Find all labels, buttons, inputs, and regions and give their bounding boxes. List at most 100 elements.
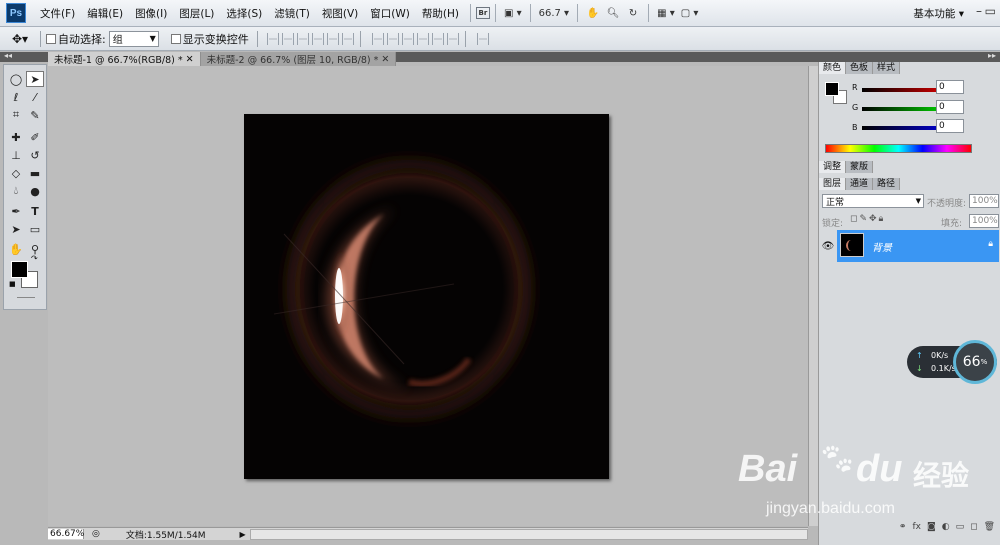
- mask-icon[interactable]: ◙: [927, 522, 936, 536]
- blur-tool-icon[interactable]: 💧︎: [7, 183, 25, 199]
- brush-tool-icon[interactable]: ✐: [26, 129, 44, 145]
- menu-window[interactable]: 窗口(W): [364, 6, 416, 21]
- align-hcenter-icon[interactable]: [326, 32, 339, 45]
- fill-value[interactable]: 100%: [969, 214, 999, 228]
- network-speed-widget[interactable]: ↑ 0K/s ↓ 0.1K/s 66%: [907, 340, 997, 384]
- chevron-down-icon: ▼: [915, 197, 921, 205]
- align-vcenter-icon[interactable]: [281, 32, 294, 45]
- hand-tool-icon[interactable]: ✋: [7, 241, 25, 257]
- zoom-tool-icon[interactable]: 🔍︎: [603, 4, 623, 23]
- distribute-top-icon[interactable]: [371, 32, 384, 45]
- folder-icon[interactable]: ▭: [956, 522, 965, 536]
- pen-tool-icon[interactable]: ✒: [7, 203, 25, 219]
- show-transform-checkbox[interactable]: [170, 33, 181, 44]
- menu-layer[interactable]: 图层(L): [173, 6, 220, 21]
- type-tool-icon[interactable]: T: [26, 203, 44, 219]
- restore-icon[interactable]: ▭: [985, 4, 996, 18]
- history-brush-icon[interactable]: ↺: [26, 147, 44, 163]
- distribute-vcenter-icon[interactable]: [386, 32, 399, 45]
- r-value[interactable]: 0: [936, 80, 964, 94]
- rotate-view-icon[interactable]: ↻: [623, 4, 643, 23]
- link-icon[interactable]: ⚭: [899, 522, 907, 536]
- close-icon[interactable]: ✕: [186, 54, 194, 65]
- opacity-value[interactable]: 100%: [969, 194, 999, 208]
- foreground-color-swatch[interactable]: [11, 261, 28, 278]
- auto-select-dropdown[interactable]: 组 ▼: [108, 30, 159, 47]
- clone-stamp-icon[interactable]: ⊥: [7, 147, 25, 163]
- hand-tool-icon[interactable]: ✋: [583, 4, 603, 23]
- align-left-icon[interactable]: [311, 32, 324, 45]
- tab-document-2[interactable]: 未标题-2 @ 66.7% (图层 10, RGB/8) * ✕: [200, 52, 397, 66]
- shape-tool-icon[interactable]: ▭: [26, 221, 44, 237]
- tab-masks[interactable]: 蒙版: [846, 161, 874, 173]
- eyedropper-icon[interactable]: ✎: [26, 107, 44, 123]
- document-canvas[interactable]: [244, 114, 609, 479]
- align-right-icon[interactable]: [341, 32, 354, 45]
- tab-paths[interactable]: 路径: [873, 178, 901, 190]
- move-tool-preset-icon[interactable]: ✥▾: [0, 32, 40, 46]
- distribute-left-icon[interactable]: [416, 32, 429, 45]
- screen-mode-button[interactable]: ▢ ▾: [678, 4, 702, 23]
- arrange-documents-button[interactable]: ▦ ▾: [654, 4, 678, 23]
- align-bottom-icon[interactable]: [296, 32, 309, 45]
- menu-filter[interactable]: 滤镜(T): [268, 6, 316, 21]
- tab-document-1[interactable]: 未标题-1 @ 66.7%(RGB/8) * ✕: [48, 52, 201, 66]
- blend-mode-dropdown[interactable]: 正常 ▼: [822, 194, 924, 208]
- b-value[interactable]: 0: [936, 119, 964, 133]
- marquee-tool-icon[interactable]: ◯: [7, 71, 25, 87]
- lock-icons[interactable]: ◻✎✥🔒︎: [850, 214, 885, 224]
- foreground-swatch[interactable]: [825, 82, 839, 96]
- default-colors-icon[interactable]: ■: [9, 280, 16, 288]
- status-menu-arrow-icon[interactable]: ▶: [240, 530, 246, 539]
- layer-row-background[interactable]: 背景 🔒︎: [837, 230, 999, 262]
- dodge-tool-icon[interactable]: ●: [26, 183, 44, 199]
- view-extras-button[interactable]: ▣ ▾: [501, 4, 525, 23]
- menu-file[interactable]: 文件(F): [34, 6, 81, 21]
- close-icon[interactable]: ✕: [381, 54, 389, 65]
- expand-icon[interactable]: ▸▸: [988, 51, 996, 60]
- workspace-switcher[interactable]: 基本功能 ▾: [913, 6, 964, 21]
- color-spectrum-bar[interactable]: [825, 144, 972, 153]
- status-zoom[interactable]: 66.67%: [48, 529, 84, 539]
- tab-styles[interactable]: 样式: [873, 62, 901, 74]
- distribute-hcenter-icon[interactable]: [431, 32, 444, 45]
- tab-layers[interactable]: 图层: [819, 178, 847, 190]
- horizontal-scrollbar[interactable]: [249, 528, 808, 540]
- lasso-tool-icon[interactable]: ℓ: [7, 89, 25, 105]
- path-select-icon[interactable]: ➤: [7, 221, 25, 237]
- trash-icon[interactable]: 🗑︎: [984, 522, 995, 536]
- collapse-icon[interactable]: ◂◂: [4, 51, 12, 60]
- magic-wand-icon[interactable]: ⁄: [26, 89, 44, 105]
- zoom-level-select[interactable]: 66.7 ▾: [536, 4, 572, 23]
- new-layer-icon[interactable]: ◻: [970, 522, 977, 536]
- swap-colors-icon[interactable]: ↷: [31, 254, 38, 263]
- move-tool-icon[interactable]: ➤: [26, 71, 44, 87]
- adjustment-icon[interactable]: ◐: [942, 522, 950, 536]
- divider: [359, 30, 361, 47]
- tab-adjustments[interactable]: 调整: [819, 161, 847, 173]
- tab-color[interactable]: 颜色: [819, 62, 847, 74]
- auto-align-icon[interactable]: [476, 32, 489, 45]
- tab-swatches[interactable]: 色板: [846, 62, 874, 74]
- visibility-eye-icon[interactable]: 👁︎: [819, 230, 837, 262]
- distribute-bottom-icon[interactable]: [401, 32, 414, 45]
- quick-mask-icon[interactable]: [17, 297, 35, 298]
- g-value[interactable]: 0: [936, 100, 964, 114]
- gradient-tool-icon[interactable]: ▬: [26, 165, 44, 181]
- menu-view[interactable]: 视图(V): [316, 6, 364, 21]
- bridge-icon[interactable]: Br: [475, 7, 490, 19]
- minimize-icon[interactable]: –: [976, 4, 982, 18]
- menu-edit[interactable]: 编辑(E): [81, 6, 129, 21]
- eraser-tool-icon[interactable]: ◇: [7, 165, 25, 181]
- tab-channels[interactable]: 通道: [846, 178, 874, 190]
- align-top-icon[interactable]: [266, 32, 279, 45]
- healing-brush-icon[interactable]: ✚: [7, 129, 25, 145]
- menu-select[interactable]: 选择(S): [220, 6, 268, 21]
- menu-image[interactable]: 图像(I): [129, 6, 173, 21]
- crop-tool-icon[interactable]: ⌗: [7, 107, 25, 123]
- tools-panel: ◯ ➤ ℓ ⁄ ⌗ ✎ ✚ ✐ ⊥ ↺ ◇ ▬ 💧︎ ● ✒ T ➤ ▭ ✋ ⚲…: [3, 64, 47, 310]
- menu-help[interactable]: 帮助(H): [416, 6, 465, 21]
- distribute-right-icon[interactable]: [446, 32, 459, 45]
- fx-icon[interactable]: fx: [912, 522, 921, 536]
- auto-select-checkbox[interactable]: [46, 33, 56, 44]
